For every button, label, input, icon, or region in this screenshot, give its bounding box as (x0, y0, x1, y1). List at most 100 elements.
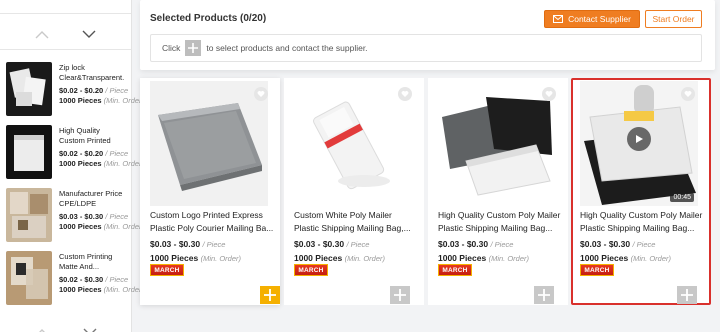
price-unit: / Piece (490, 240, 514, 249)
contact-supplier-label: Contact Supplier (568, 14, 631, 24)
add-to-selection-button[interactable] (677, 286, 697, 304)
product-thumbnail[interactable] (6, 62, 52, 116)
product-price: $0.03 - $0.30 / Piece (150, 239, 225, 249)
price-unit: / Piece (346, 240, 370, 249)
chevron-down-icon[interactable] (81, 27, 97, 43)
product-price: $0.03 - $0.30 / Piece (438, 239, 513, 249)
sidebar-item-price: $0.02 - $0.20 / Piece (59, 85, 128, 96)
sidebar-item-title[interactable]: Zip lock Clear&Transparent... (59, 63, 124, 82)
moq-note: (Min. Order) (103, 222, 145, 231)
sidebar-item-title[interactable]: Custom Printing Matte And... (59, 252, 124, 271)
product-title[interactable]: Custom White Poly Mailer Plastic Shippin… (294, 209, 418, 234)
plus-icon (538, 289, 550, 301)
chevron-up-icon[interactable] (34, 324, 50, 332)
march-promo-badge: MARCH (438, 264, 472, 276)
price-unit: / Piece (202, 240, 226, 249)
product-title[interactable]: Custom Logo Printed Express Plastic Poly… (150, 209, 274, 234)
sidebar-item[interactable]: Custom Printing Matte And... $0.02 - $0.… (6, 251, 144, 307)
chevron-down-icon[interactable] (82, 324, 98, 332)
moq-value: 1000 Pieces (150, 253, 199, 263)
favorite-heart-icon[interactable] (542, 87, 556, 101)
product-card[interactable]: Custom Logo Printed Express Plastic Poly… (140, 78, 280, 305)
envelope-icon (553, 15, 564, 23)
moq-value: 1000 Pieces (438, 253, 487, 263)
product-moq: 1000 Pieces (Min. Order) (580, 253, 671, 263)
plus-icon (394, 289, 406, 301)
plus-icon (185, 40, 202, 56)
moq-note: (Min. Order) (103, 285, 145, 294)
sidebar-item-text: Manufacturer Price CPE/LDPE Plastic... $… (52, 188, 144, 244)
moq-note: (Min. Order) (488, 254, 530, 263)
product-title[interactable]: High Quality Custom Poly Mailer Plastic … (438, 209, 562, 234)
plus-icon (264, 289, 276, 301)
product-card[interactable]: High Quality Custom Poly Mailer Plastic … (428, 78, 568, 305)
chevron-up-icon[interactable] (34, 27, 50, 43)
moq-value: 1000 Pieces (59, 222, 102, 231)
sidebar-item-moq: 1000 Pieces (Min. Order) (59, 285, 144, 295)
product-selection-page: Zip lock Clear&Transparent... $0.02 - $0… (0, 0, 720, 332)
product-price: $0.03 - $0.30 / Piece (580, 239, 655, 249)
moq-value: 1000 Pieces (580, 253, 629, 263)
add-to-selection-button[interactable] (260, 286, 280, 304)
product-thumbnail[interactable] (6, 251, 52, 305)
product-card-selected[interactable]: 00:45 High Quality Custom Poly Mailer Pl… (571, 78, 711, 305)
product-thumbnail[interactable] (6, 188, 52, 242)
price-unit: / Piece (105, 149, 129, 158)
product-card[interactable]: Custom White Poly Mailer Plastic Shippin… (284, 78, 424, 305)
product-moq: 1000 Pieces (Min. Order) (294, 253, 385, 263)
price-range: $0.03 - $0.30 (438, 239, 489, 249)
play-video-button[interactable] (627, 127, 651, 151)
moq-note: (Min. Order) (103, 96, 145, 105)
hint-text-before: Click (162, 43, 181, 53)
sidebar-item-title[interactable]: High Quality Custom Printed Glossy Whit.… (59, 126, 124, 145)
product-image[interactable] (438, 81, 556, 206)
product-image[interactable] (150, 81, 268, 206)
product-moq: 1000 Pieces (Min. Order) (150, 253, 241, 263)
moq-note: (Min. Order) (344, 254, 386, 263)
favorite-heart-icon[interactable] (398, 87, 412, 101)
sidebar-item[interactable]: High Quality Custom Printed Glossy Whit.… (6, 125, 144, 181)
sidebar-item-text: Zip lock Clear&Transparent... $0.02 - $0… (52, 62, 144, 118)
add-to-selection-button[interactable] (534, 286, 554, 304)
sidebar-item-moq: 1000 Pieces (Min. Order) (59, 222, 144, 232)
moq-note: (Min. Order) (630, 254, 672, 263)
product-moq: 1000 Pieces (Min. Order) (438, 253, 529, 263)
favorite-heart-icon[interactable] (681, 87, 695, 101)
favorite-heart-icon[interactable] (254, 87, 268, 101)
sidebar-item-title[interactable]: Manufacturer Price CPE/LDPE Plastic... (59, 189, 124, 208)
price-range: $0.02 - $0.30 (59, 275, 104, 284)
moq-value: 1000 Pieces (59, 285, 102, 294)
sidebar-item-moq: 1000 Pieces (Min. Order) (59, 96, 144, 106)
moq-value: 1000 Pieces (59, 96, 102, 105)
sidebar-item-text: Custom Printing Matte And... $0.02 - $0.… (52, 251, 144, 307)
moq-note: (Min. Order) (103, 159, 145, 168)
contact-supplier-button[interactable]: Contact Supplier (544, 10, 640, 28)
sidebar-item-price: $0.02 - $0.20 / Piece (59, 148, 128, 159)
moq-value: 1000 Pieces (294, 253, 343, 263)
product-thumbnail[interactable] (6, 125, 52, 179)
price-unit: / Piece (105, 86, 129, 95)
moq-note: (Min. Order) (200, 254, 242, 263)
add-to-selection-button[interactable] (390, 286, 410, 304)
selected-products-drop-area: Click to select products and contact the… (150, 34, 702, 62)
price-unit: / Piece (105, 275, 129, 284)
sidebar-item-text: High Quality Custom Printed Glossy Whit.… (52, 125, 144, 181)
related-products-sidebar: Zip lock Clear&Transparent... $0.02 - $0… (0, 0, 144, 332)
sidebar-item-price: $0.03 - $0.30 / Piece (59, 211, 128, 222)
product-image[interactable] (294, 81, 412, 206)
price-range: $0.03 - $0.30 (580, 239, 631, 249)
hint-text-after: to select products and contact the suppl… (206, 43, 368, 53)
price-range: $0.02 - $0.20 (59, 149, 104, 158)
start-order-button[interactable]: Start Order (645, 10, 702, 28)
sidebar-top-divider (0, 0, 131, 14)
moq-value: 1000 Pieces (59, 159, 102, 168)
price-range: $0.02 - $0.20 (59, 86, 104, 95)
price-range: $0.03 - $0.30 (59, 212, 104, 221)
play-icon (636, 135, 643, 143)
sidebar-item-price: $0.02 - $0.30 / Piece (59, 274, 128, 285)
product-title[interactable]: High Quality Custom Poly Mailer Plastic … (580, 209, 704, 234)
sidebar-item[interactable]: Manufacturer Price CPE/LDPE Plastic... $… (6, 188, 144, 244)
product-video-thumbnail[interactable]: 00:45 (580, 81, 698, 206)
price-range: $0.03 - $0.30 (150, 239, 201, 249)
sidebar-item[interactable]: Zip lock Clear&Transparent... $0.02 - $0… (6, 62, 144, 118)
